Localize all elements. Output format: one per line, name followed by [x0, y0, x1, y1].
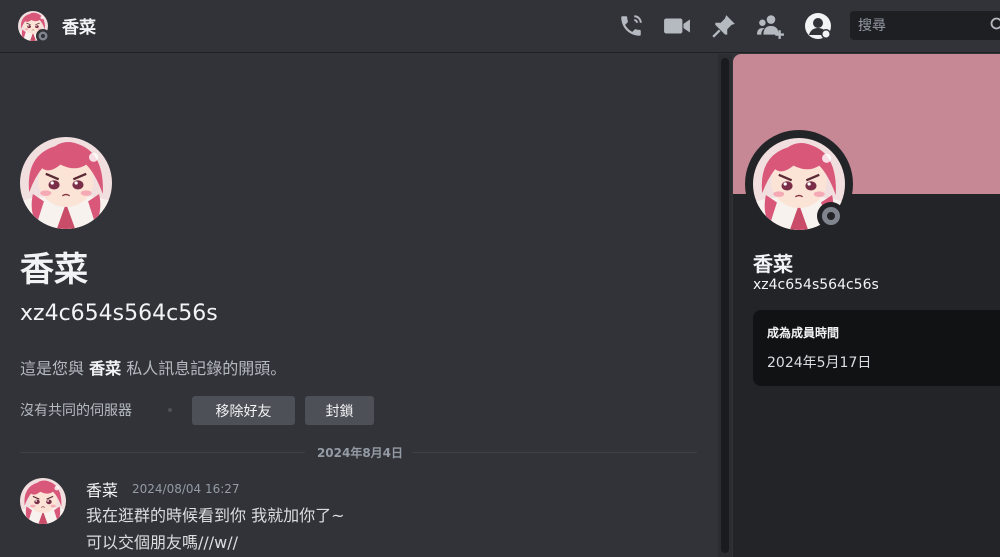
- message-line: 可以交個朋友嗎///w//: [86, 533, 239, 552]
- no-mutual-servers: 沒有共同的伺服器: [20, 403, 132, 419]
- search-input[interactable]: [850, 11, 1000, 40]
- header: 香菜: [0, 0, 1000, 53]
- remove-friend-button[interactable]: 移除好友: [192, 396, 295, 425]
- intro-desc-suffix: 私人訊息記錄的開頭。: [126, 359, 287, 378]
- search-icon: [990, 17, 1000, 30]
- profile-name: 香菜: [753, 252, 793, 276]
- message-author[interactable]: 香菜: [86, 477, 118, 501]
- member-since-value: 2024年5月17日: [767, 355, 872, 371]
- date-divider-line-right: [412, 452, 697, 453]
- date-divider: 2024年8月4日: [316, 446, 404, 460]
- profile-handle: xz4c654s564c56s: [753, 277, 879, 293]
- header-avatar[interactable]: [18, 11, 50, 43]
- chat-scrollbar[interactable]: [718, 54, 732, 557]
- add-friend-icon[interactable]: [757, 12, 785, 40]
- offline-status-icon: [36, 29, 50, 43]
- dot-separator: [168, 408, 172, 412]
- chat-area: 香菜 xz4c654s564c56s 這是您與 香菜 私人訊息記錄的開頭。 沒有…: [0, 54, 718, 557]
- member-since-card: 成為成員時間 2024年5月17日: [753, 310, 1000, 386]
- phone-call-icon[interactable]: [617, 12, 645, 40]
- video-call-icon[interactable]: [663, 12, 691, 40]
- intro-name: 香菜: [20, 250, 88, 290]
- intro-desc-prefix: 這是您與: [20, 359, 85, 378]
- intro-description: 這是您與 香菜 私人訊息記錄的開頭。: [20, 355, 286, 379]
- profile-panel: 香菜 xz4c654s564c56s 成為成員時間 2024年5月17日: [733, 54, 1000, 557]
- message-line: 我在逛群的時候看到你 我就加你了~: [86, 506, 345, 525]
- intro-avatar[interactable]: [20, 137, 112, 229]
- date-divider-line-left: [20, 452, 305, 453]
- message-avatar[interactable]: [20, 478, 66, 524]
- offline-status-icon: [817, 202, 845, 230]
- header-title: 香菜: [62, 18, 96, 38]
- block-button[interactable]: 封鎖: [305, 396, 374, 425]
- search-box[interactable]: [850, 11, 1000, 40]
- intro-handle: xz4c654s564c56s: [20, 301, 218, 326]
- pin-icon[interactable]: [710, 12, 738, 40]
- member-since-label: 成為成員時間: [767, 326, 840, 340]
- message-timestamp: 2024/08/04 16:27: [132, 482, 240, 496]
- intro-desc-name: 香菜: [89, 359, 122, 378]
- profile-icon[interactable]: [804, 12, 832, 40]
- scrollbar-thumb[interactable]: [721, 58, 729, 553]
